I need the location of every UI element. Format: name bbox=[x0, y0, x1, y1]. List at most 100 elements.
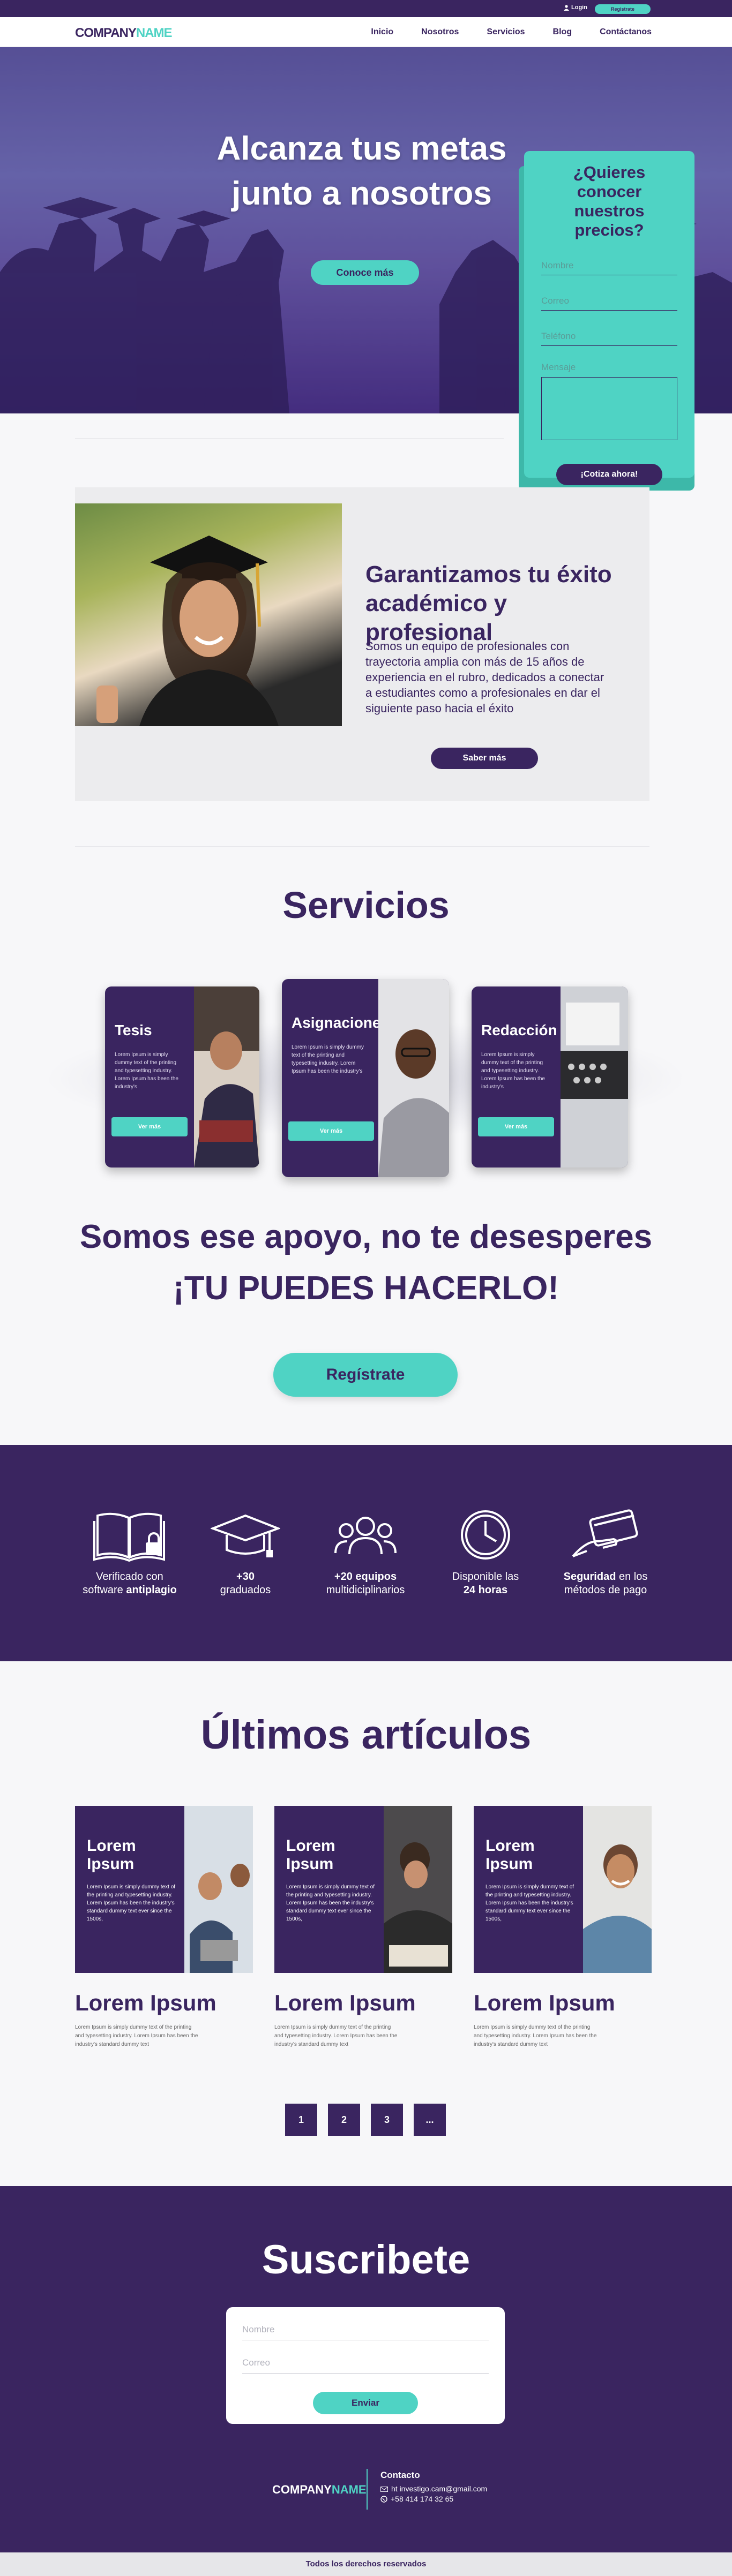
article-title[interactable]: Lorem Ipsum bbox=[474, 1990, 652, 2016]
quote-message-label: Mensaje bbox=[541, 362, 576, 372]
clock-icon bbox=[461, 1510, 510, 1560]
service-more-button[interactable]: Ver más bbox=[111, 1117, 188, 1136]
quote-form: ¿Quieres conocer nuestros precios? Nombr… bbox=[524, 151, 694, 485]
quote-phone-field[interactable]: Teléfono bbox=[541, 327, 677, 346]
quote-message-field[interactable] bbox=[541, 377, 677, 440]
article-card[interactable]: Lorem Ipsum Lorem Ipsum is simply dummy t… bbox=[474, 1806, 652, 2049]
login-link[interactable]: Login bbox=[564, 4, 587, 11]
pagination: 1 2 3 ... bbox=[285, 2104, 446, 2136]
quote-submit-button[interactable]: ¡Cotiza ahora! bbox=[556, 464, 662, 485]
logo-accent-text: NAME bbox=[136, 26, 173, 40]
article-thumb-title: Lorem Ipsum bbox=[485, 1837, 535, 1873]
article-thumb-text: Lorem Ipsum is simply dummy text of the … bbox=[286, 1884, 375, 1922]
nav-blog[interactable]: Blog bbox=[553, 27, 572, 37]
subscribe-send-button[interactable]: Enviar bbox=[313, 2392, 418, 2414]
team-icon bbox=[334, 1517, 397, 1555]
contact-email[interactable]: ht investigo.cam@gmail.com bbox=[380, 2484, 487, 2494]
services-title: Servicios bbox=[282, 884, 450, 926]
articles-title: Últimos artículos bbox=[200, 1712, 532, 1758]
feature-line2: 24 horas bbox=[463, 1584, 508, 1596]
article-title[interactable]: Lorem Ipsum bbox=[75, 1990, 253, 2016]
subscribe-email-field[interactable]: Correo bbox=[242, 2352, 489, 2374]
divider bbox=[75, 438, 504, 439]
feature-line1: +30 bbox=[236, 1571, 255, 1583]
students-reading-image bbox=[194, 986, 259, 1168]
subscribe-name-field[interactable]: Nombre bbox=[242, 2319, 489, 2340]
book-lock-icon bbox=[93, 1512, 165, 1562]
page-more-button[interactable]: ... bbox=[414, 2104, 446, 2136]
service-card-pane: Asignaciones Lorem Ipsum is simply dummy… bbox=[282, 979, 390, 1177]
logo[interactable]: COMPANYNAME bbox=[75, 26, 173, 41]
service-text: Lorem Ipsum is simply dummy text of the … bbox=[292, 1044, 364, 1074]
article-thumb[interactable]: Lorem Ipsum Lorem Ipsum is simply dummy t… bbox=[274, 1806, 452, 1973]
subscribe-title: Suscribete bbox=[262, 2237, 470, 2283]
about-more-button[interactable]: Saber más bbox=[431, 748, 538, 769]
whatsapp-icon bbox=[380, 2496, 387, 2503]
service-card-asignaciones[interactable]: Asignaciones Lorem Ipsum is simply dummy… bbox=[282, 979, 449, 1177]
article-card[interactable]: Lorem Ipsum Lorem Ipsum is simply dummy t… bbox=[75, 1806, 253, 2049]
article-desc: Lorem Ipsum is simply dummy text of the … bbox=[274, 2024, 398, 2047]
hero-title-line2: junto a nosotros bbox=[231, 175, 492, 212]
hero-title-line1: Alcanza tus metas bbox=[216, 130, 507, 167]
motto-line2: ¡TU PUEDES HACERLO! bbox=[173, 1270, 559, 1307]
article-thumb-title: Lorem Ipsum bbox=[87, 1837, 136, 1873]
features-band: Verificado con software antiplagio +30 gra… bbox=[0, 1445, 732, 1661]
feature-24-horas: Disponible las 24 horas bbox=[427, 1508, 544, 1597]
card-payment-icon bbox=[572, 1509, 638, 1557]
feature-line2: graduados bbox=[220, 1584, 271, 1596]
navbar: COMPANYNAME Inicio Nosotros Servicios Bl… bbox=[0, 17, 732, 47]
feature-seguridad-pago: Seguridad en los métodos de pago bbox=[547, 1508, 664, 1597]
feature-line1: Seguridad en los bbox=[563, 1571, 648, 1583]
service-card-tesis[interactable]: Tesis Lorem Ipsum is simply dummy text o… bbox=[105, 986, 259, 1168]
motto: Somos ese apoyo, no te desesperes ¡TU PU… bbox=[0, 1211, 732, 1314]
nav-inicio[interactable]: Inicio bbox=[371, 27, 393, 37]
footer-divider bbox=[367, 2469, 368, 2510]
logo-main-text: COMPANY bbox=[75, 26, 137, 40]
contact-title: Contacto bbox=[380, 2470, 420, 2480]
footer-logo-accent: NAME bbox=[331, 2483, 367, 2496]
student-glasses-image bbox=[378, 979, 449, 1177]
contact-phone[interactable]: +58 414 174 32 65 bbox=[380, 2494, 487, 2504]
service-title: Tesis bbox=[115, 1022, 152, 1038]
article-card[interactable]: Lorem Ipsum Lorem Ipsum is simply dummy t… bbox=[274, 1806, 452, 2049]
register-button[interactable]: Registrate bbox=[595, 4, 651, 14]
page-2-button[interactable]: 2 bbox=[328, 2104, 360, 2136]
page-3-button[interactable]: 3 bbox=[371, 2104, 403, 2136]
service-card-redaccion[interactable]: Redacción Lorem Ipsum is simply dummy te… bbox=[472, 986, 628, 1168]
nav-servicios[interactable]: Servicios bbox=[487, 27, 525, 37]
article-thumb[interactable]: Lorem Ipsum Lorem Ipsum is simply dummy t… bbox=[75, 1806, 253, 1973]
footer-logo-main: COMPANY bbox=[272, 2483, 332, 2496]
hero-cta-button[interactable]: Conoce más bbox=[311, 260, 419, 285]
service-more-button[interactable]: Ver más bbox=[478, 1117, 554, 1136]
student-studying-image bbox=[384, 1806, 452, 1973]
quote-name-field[interactable]: Nombre bbox=[541, 256, 677, 275]
service-more-button[interactable]: Ver más bbox=[288, 1121, 374, 1141]
graduate-photo bbox=[75, 503, 342, 726]
page-1-button[interactable]: 1 bbox=[285, 2104, 317, 2136]
service-title: Asignaciones bbox=[292, 1014, 390, 1031]
footer-contact: Contacto ht investigo.cam@gmail.com +58 … bbox=[380, 2470, 487, 2504]
article-thumb[interactable]: Lorem Ipsum Lorem Ipsum is simply dummy t… bbox=[474, 1806, 652, 1973]
subscribe-section: Suscribete Nombre Correo Enviar COMPANYN… bbox=[0, 2186, 732, 2552]
footer-logo[interactable]: COMPANYNAME bbox=[272, 2483, 367, 2497]
smiling-student-image bbox=[583, 1806, 652, 1973]
feature-antiplagio: Verificado con software antiplagio bbox=[71, 1508, 189, 1597]
article-title[interactable]: Lorem Ipsum bbox=[274, 1990, 452, 2016]
user-icon bbox=[564, 4, 569, 11]
hero-title: Alcanza tus metas junto a nosotros bbox=[204, 126, 520, 216]
signup-button[interactable]: Regístrate bbox=[273, 1353, 458, 1397]
feature-graduados: +30 graduados bbox=[186, 1508, 304, 1597]
quote-email-field[interactable]: Correo bbox=[541, 291, 677, 311]
nav-nosotros[interactable]: Nosotros bbox=[421, 27, 459, 37]
typewriter-image bbox=[561, 986, 628, 1168]
graduate-illustration bbox=[96, 536, 279, 726]
feature-line2: multidiciplinarios bbox=[326, 1584, 405, 1596]
feature-equipos: +20 equipos multidiciplinarios bbox=[307, 1508, 424, 1597]
graduation-cap-icon bbox=[211, 1514, 280, 1557]
login-label: Login bbox=[571, 4, 587, 11]
nav-contactanos[interactable]: Contáctanos bbox=[600, 27, 652, 37]
service-text: Lorem Ipsum is simply dummy text of the … bbox=[481, 1052, 545, 1090]
nav-links: Inicio Nosotros Servicios Blog Contáctan… bbox=[371, 27, 652, 37]
article-desc: Lorem Ipsum is simply dummy text of the … bbox=[474, 2024, 597, 2047]
feature-line2: métodos de pago bbox=[564, 1584, 647, 1596]
